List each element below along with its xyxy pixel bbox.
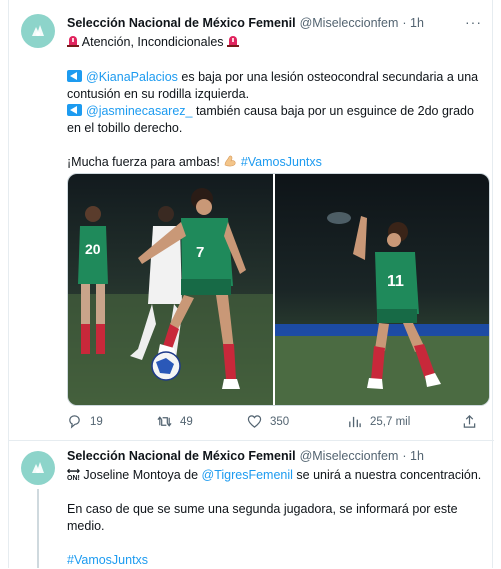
views-count: 25,7 mil — [370, 415, 411, 428]
siren-icon — [227, 36, 240, 47]
avatar[interactable] — [21, 451, 55, 485]
headline-text: Atención, Incondicionales — [81, 35, 224, 49]
more-options-icon[interactable]: ··· — [465, 14, 482, 30]
body-text: en el tobillo derecho. — [67, 121, 183, 135]
views-bar-chart-icon — [349, 416, 361, 428]
like-button[interactable]: 350 — [247, 414, 347, 429]
photo-1[interactable]: 20 7 — [68, 174, 273, 405]
body-text: Joseline Montoya de — [79, 468, 202, 482]
tweet-closing: ¡Mucha fuerza para ambas! #VamosJuntxs — [67, 154, 482, 171]
tweet-1[interactable]: Selección Nacional de México Femenil @Mi… — [9, 0, 494, 440]
mention-link[interactable]: @jasminecasarez_ — [86, 104, 192, 118]
tweet-hashtag-line: #VamosJuntxs — [67, 552, 482, 569]
on-arrow-icon: ⟷ ON! — [67, 466, 80, 483]
hashtag-link[interactable]: #VamosJuntxs — [67, 553, 148, 567]
tweet-media[interactable]: 20 7 11 — [67, 173, 490, 406]
tweet-header: Selección Nacional de México Femenil @Mi… — [67, 447, 482, 465]
reply-icon — [69, 415, 80, 429]
tweet-headline: Atención, Incondicionales — [67, 34, 482, 51]
tweet-body: ⟷ ON! Joseline Montoya de @TigresFemenil… — [67, 467, 482, 484]
arrow-left-icon — [67, 70, 82, 82]
like-count: 350 — [270, 415, 290, 428]
federation-logo-icon — [32, 462, 44, 473]
tweet-paragraph: En caso de que se sume una segunda jugad… — [67, 501, 482, 535]
closing-text: ¡Mucha fuerza para ambas! — [67, 155, 224, 169]
on-badge-text: ON! — [67, 475, 80, 482]
body-text: En caso de que se sume una segunda jugad… — [67, 502, 458, 516]
body-text: se unirá a nuestra concentración. — [292, 468, 482, 482]
mention-link[interactable]: @TigresFemenil — [202, 468, 293, 482]
body-text: es baja por una lesión osteocondral secu… — [177, 70, 479, 84]
photo-2[interactable]: 11 — [275, 174, 489, 405]
thread-line — [37, 489, 39, 568]
timestamp[interactable]: · 1h — [402, 14, 424, 32]
tweet-2[interactable]: Selección Nacional de México Femenil @Mi… — [9, 441, 494, 568]
arrow-left-icon — [67, 104, 82, 116]
tweet-paragraph: @KianaPalacios es baja por una lesión os… — [67, 69, 482, 137]
display-name[interactable]: Selección Nacional de México Femenil — [67, 14, 296, 32]
svg-text:7: 7 — [196, 244, 204, 261]
body-text: también causa baja por un esguince de 2d… — [192, 104, 474, 118]
svg-text:11: 11 — [387, 273, 404, 290]
heart-icon — [247, 415, 262, 428]
mention-link[interactable]: @KianaPalacios — [86, 70, 178, 84]
tweet-actions: 19 49 350 25,7 mil — [67, 414, 482, 429]
siren-icon — [67, 36, 79, 47]
share-button[interactable] — [462, 414, 477, 429]
avatar[interactable] — [21, 14, 55, 48]
soccer-match-photo-2: 11 — [275, 174, 489, 405]
timestamp[interactable]: · 1h — [402, 447, 424, 465]
share-icon — [463, 415, 476, 428]
views-button[interactable]: 25,7 mil — [347, 414, 462, 429]
reply-button[interactable]: 19 — [67, 414, 157, 429]
body-text: medio. — [67, 519, 105, 533]
svg-text:20: 20 — [85, 241, 101, 257]
retweet-icon — [157, 416, 172, 427]
federation-logo-icon — [32, 25, 44, 36]
body-text: contusión en su rodilla izquierda. — [67, 87, 250, 101]
handle[interactable]: @Miseleccionfem — [300, 14, 399, 32]
hashtag-link[interactable]: #VamosJuntxs — [241, 155, 322, 169]
handle[interactable]: @Miseleccionfem — [300, 447, 399, 465]
reply-count: 19 — [90, 415, 103, 428]
flexed-biceps-icon — [225, 155, 236, 167]
soccer-match-photo-1: 20 7 — [68, 174, 273, 405]
retweet-button[interactable]: 49 — [157, 414, 247, 429]
retweet-count: 49 — [180, 415, 193, 428]
display-name[interactable]: Selección Nacional de México Femenil — [67, 447, 296, 465]
tweet-header: Selección Nacional de México Femenil @Mi… — [67, 14, 482, 32]
timeline: Selección Nacional de México Femenil @Mi… — [8, 0, 494, 568]
